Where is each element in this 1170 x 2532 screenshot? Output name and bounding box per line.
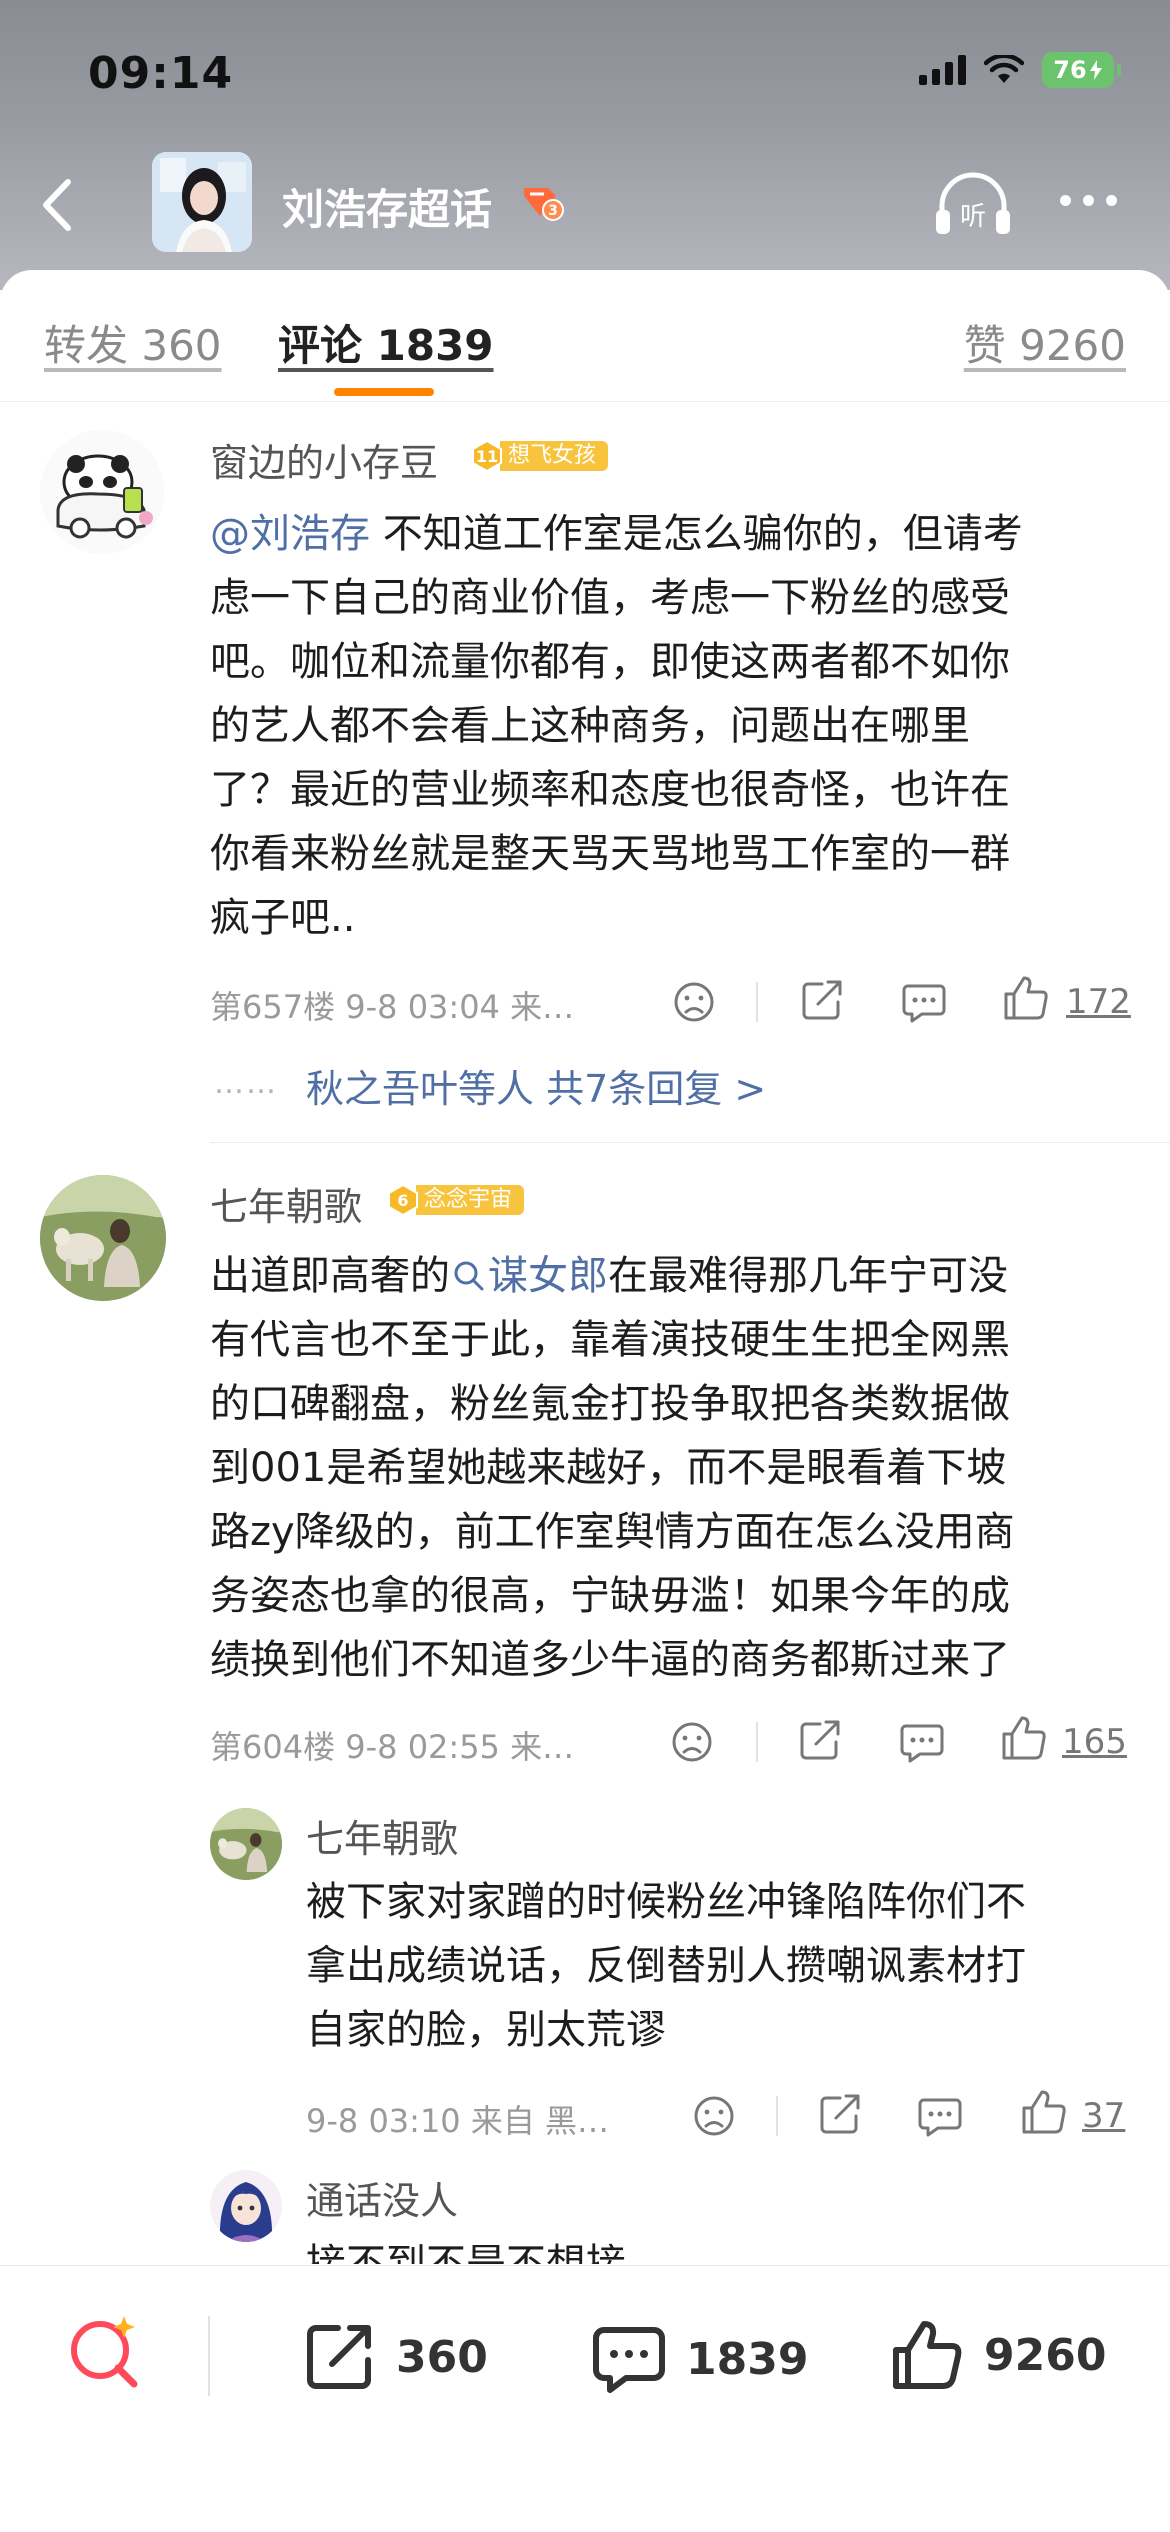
- fan-badge[interactable]: 6 念念宇宙: [386, 1183, 525, 1217]
- share-icon: [307, 2325, 371, 2389]
- like-count[interactable]: 37: [1082, 2096, 1125, 2136]
- like-icon[interactable]: [998, 1712, 1050, 1764]
- supertopic-title[interactable]: 刘浩存超话: [282, 176, 492, 237]
- dislike-icon[interactable]: [668, 976, 720, 1028]
- fan-badge[interactable]: 11 想飞女孩: [470, 439, 609, 473]
- like-button[interactable]: 9260: [888, 2316, 1106, 2394]
- tab-comments[interactable]: 评论 1839: [278, 312, 494, 373]
- back-icon[interactable]: [30, 170, 90, 240]
- reply-username[interactable]: 通话没人: [306, 2170, 458, 2225]
- bottom-action-bar: 360 1839 9260: [0, 2265, 1170, 2532]
- share-icon[interactable]: [796, 974, 848, 1026]
- signal-icon: [919, 55, 966, 85]
- reply-text: 接不到不是不想接: [306, 2241, 626, 2264]
- comment-username[interactable]: 窗边的小存豆: [210, 432, 438, 487]
- repost-count: 360: [396, 2331, 488, 2383]
- fan-badge-text: 念念宇宙: [416, 1185, 525, 1215]
- top-header: 09:14 76 刘浩存超话 3 听: [0, 0, 1170, 290]
- tab-likes[interactable]: 赞 9260: [964, 312, 1126, 373]
- dislike-icon[interactable]: [688, 2090, 740, 2142]
- like-icon[interactable]: [1000, 972, 1052, 1024]
- like-count[interactable]: 165: [1062, 1722, 1127, 1762]
- like-icon: [893, 2321, 962, 2389]
- comment-icon[interactable]: [896, 1716, 948, 1768]
- comment-count: 1839: [686, 2333, 809, 2385]
- tab-repost[interactable]: 转发 360: [44, 312, 222, 373]
- comment-username[interactable]: 七年朝歌: [210, 1176, 362, 1231]
- share-icon[interactable]: [794, 1714, 846, 1766]
- svg-text:听: 听: [960, 202, 986, 232]
- dislike-icon[interactable]: [666, 1716, 718, 1768]
- tab-active-indicator: [334, 388, 434, 396]
- comment-sheet: 转发 360 评论 1839 赞 9260 窗边的小存豆 11 想飞女孩 @刘浩…: [0, 270, 1170, 2532]
- like-icon[interactable]: [1018, 2086, 1070, 2138]
- avatar[interactable]: [40, 430, 164, 554]
- avatar[interactable]: [40, 1175, 166, 1301]
- like-count: 9260: [984, 2329, 1107, 2381]
- supertopic-avatar[interactable]: [152, 152, 252, 252]
- reply-username[interactable]: 七年朝歌: [306, 1808, 458, 1863]
- reply-meta: 9-8 03:10 来自 黑…: [306, 2102, 610, 2140]
- comment-text: 出道即高奢的 谋女郎在最难得那几年宁可没 有代言也不至于此，靠着演技硬生生把全网黑…: [210, 1253, 1015, 1683]
- mention-link[interactable]: @刘浩存: [210, 511, 370, 557]
- fan-level: 6: [397, 1191, 408, 1210]
- supertopic-level: 3: [548, 203, 558, 219]
- status-time: 09:14: [88, 48, 234, 99]
- supertopic-level-badge: 3: [520, 182, 564, 226]
- battery-icon: 76: [1042, 52, 1121, 88]
- comment-icon[interactable]: [898, 976, 950, 1028]
- wifi-icon: [984, 55, 1024, 83]
- fan-badge-text: 想飞女孩: [500, 441, 609, 471]
- comment-meta: 第604楼 9-8 02:55 来…: [210, 1728, 575, 1766]
- search-icon[interactable]: [62, 2310, 146, 2394]
- more-options-icon[interactable]: [1060, 195, 1117, 206]
- avatar[interactable]: [210, 1808, 282, 1880]
- reply-text: 被下家对家蹭的时候粉丝冲锋陷阵你们不 拿出成绩说话，反倒替别人攒嘲讽素材打 自家…: [306, 1879, 1026, 2053]
- comment-icon: [593, 2327, 665, 2393]
- status-icons: 76: [919, 52, 1121, 88]
- avatar[interactable]: [210, 2170, 282, 2242]
- comment-meta: 第657楼 9-8 03:04 来…: [210, 988, 575, 1026]
- share-icon[interactable]: [814, 2088, 866, 2140]
- listen-icon[interactable]: 听: [930, 170, 1016, 240]
- tab-bar: 转发 360 评论 1839 赞 9260: [0, 270, 1170, 402]
- comment-icon[interactable]: [914, 2090, 966, 2142]
- view-replies-link[interactable]: 秋之吾叶等人 共7条回复 >: [306, 1058, 766, 1113]
- fan-level: 11: [476, 447, 498, 466]
- comment-text: @刘浩存 不知道工作室是怎么骗你的，但请考 虑一下自己的商业价值，考虑一下粉丝的…: [210, 511, 1023, 941]
- topic-link[interactable]: 谋女郎: [450, 1253, 608, 1299]
- battery-level: 76: [1053, 56, 1087, 84]
- like-count[interactable]: 172: [1066, 982, 1131, 1022]
- repost-button[interactable]: 360: [300, 2318, 488, 2396]
- search-icon: [454, 1261, 484, 1291]
- comment-button[interactable]: 1839: [590, 2320, 808, 2398]
